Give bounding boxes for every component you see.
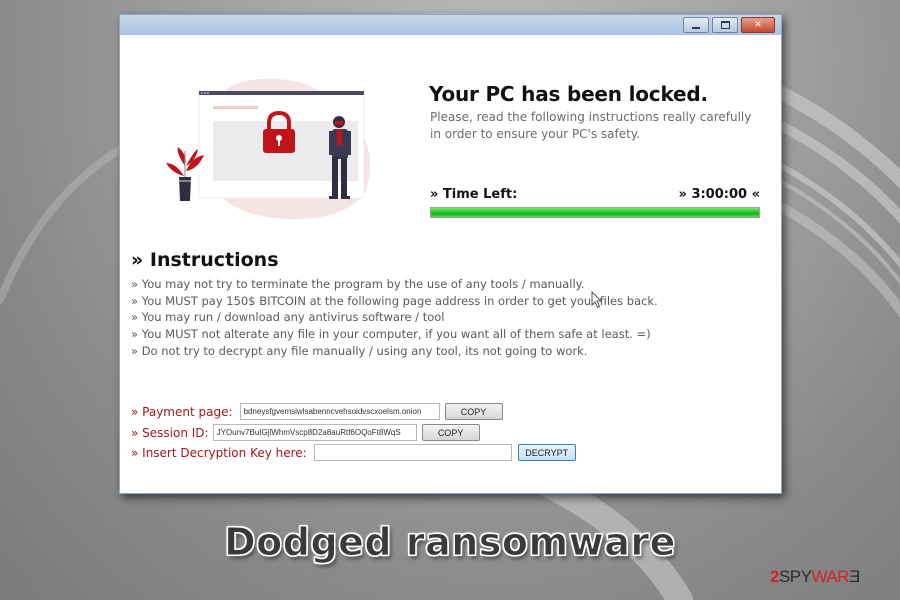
instructions-list: » You may not try to terminate the progr… xyxy=(131,276,658,360)
time-left-row: » Time Left: » 3:00:00 « xyxy=(430,187,760,202)
payment-page-row: » Payment page: bdneysfgvemsiwlsabenncve… xyxy=(131,403,503,420)
instruction-item: » You MUST not alterate any file in your… xyxy=(131,327,651,342)
watermark-digit: 2 xyxy=(770,567,779,586)
session-id-field[interactable]: JYOunv7BuIGjlWhmVscp8D2a8auRtf6OQoFt8WqS xyxy=(212,424,417,441)
payment-page-label: » Payment page: xyxy=(131,404,233,419)
locked-screen-illustration xyxy=(166,78,371,220)
page-title: Your PC has been locked. xyxy=(429,82,708,106)
ransom-window: ✕ Your PC has been locked. Please, read … xyxy=(119,14,782,494)
decrypt-button[interactable]: DECRYPT xyxy=(517,444,576,461)
decryption-key-label: » Insert Decryption Key here: xyxy=(131,445,307,460)
mouse-cursor-icon xyxy=(591,291,603,309)
instruction-item: » Do not try to decrypt any file manuall… xyxy=(131,343,588,358)
time-left-value: » 3:00:00 « xyxy=(678,187,760,202)
watermark-spy: SPY xyxy=(778,567,812,586)
session-id-label: » Session ID: xyxy=(131,425,209,440)
instructions-heading: » Instructions xyxy=(131,249,279,271)
instruction-item: » You MUST pay 150$ BITCOIN at the follo… xyxy=(131,293,658,308)
minimize-icon xyxy=(692,26,700,29)
instruction-item: » You may run / download any antivirus s… xyxy=(131,310,445,325)
instruction-item: » You may not try to terminate the progr… xyxy=(131,277,585,291)
caption-title: Dodged ransomware xyxy=(224,520,676,565)
title-bar[interactable]: ✕ xyxy=(120,15,781,35)
minimize-button[interactable] xyxy=(683,17,709,33)
window-controls: ✕ xyxy=(683,17,775,33)
copy-payment-button[interactable]: COPY xyxy=(444,403,503,420)
watermark-war: WAR xyxy=(811,567,850,586)
copy-session-button[interactable]: COPY xyxy=(421,424,480,441)
session-id-row: » Session ID: JYOunv7BuIGjlWhmVscp8D2a8a… xyxy=(131,424,480,441)
decryption-key-input[interactable] xyxy=(313,444,512,461)
browser-header-line xyxy=(213,106,258,109)
page-subtitle: Please, read the following instructions … xyxy=(430,110,752,141)
progress-fill xyxy=(431,208,759,217)
close-button[interactable]: ✕ xyxy=(741,17,775,33)
payment-page-field[interactable]: bdneysfgvemsiwlsabenncvehsoidvscxoelsm.o… xyxy=(239,403,440,420)
browser-bar xyxy=(199,91,364,95)
time-left-label: » Time Left: xyxy=(430,187,518,202)
maximize-icon xyxy=(720,21,730,29)
time-left-progress-bar xyxy=(430,207,760,218)
maximize-button[interactable] xyxy=(712,17,738,33)
watermark-e-glyph: Ǝ xyxy=(849,567,860,586)
watermark-logo: 2SPYWARƎ xyxy=(770,567,860,587)
close-icon: ✕ xyxy=(754,19,762,30)
window-content: Your PC has been locked. Please, read th… xyxy=(120,35,781,493)
plant-icon xyxy=(166,147,204,201)
decryption-key-row: » Insert Decryption Key here: DECRYPT xyxy=(131,444,576,461)
